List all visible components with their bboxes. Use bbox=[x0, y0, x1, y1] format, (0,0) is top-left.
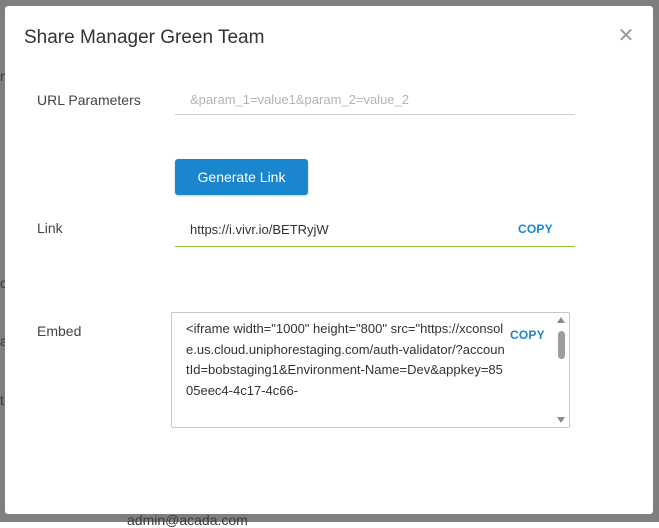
generate-link-button[interactable]: Generate Link bbox=[175, 159, 308, 195]
url-parameters-underline bbox=[175, 114, 575, 115]
link-field: COPY bbox=[175, 212, 575, 247]
background-email: admin@acada.com bbox=[127, 512, 248, 528]
copy-link-button[interactable]: COPY bbox=[518, 222, 553, 236]
copy-embed-button[interactable]: COPY bbox=[510, 328, 545, 342]
scroll-down-arrow-icon[interactable] bbox=[557, 417, 565, 423]
link-underline bbox=[175, 246, 575, 247]
embed-code-text[interactable]: <iframe width="1000" height="800" src="h… bbox=[186, 319, 506, 401]
url-parameters-input[interactable] bbox=[175, 85, 520, 113]
embed-label: Embed bbox=[37, 323, 82, 339]
embed-scrollbar[interactable] bbox=[555, 313, 569, 427]
background-text-fragment: t bbox=[0, 392, 4, 408]
share-dialog: Share Manager Green Team ✕ URL Parameter… bbox=[5, 6, 653, 514]
link-label: Link bbox=[37, 220, 63, 236]
scroll-up-arrow-icon[interactable] bbox=[557, 317, 565, 323]
scroll-thumb[interactable] bbox=[558, 331, 565, 359]
dialog-title: Share Manager Green Team bbox=[24, 27, 265, 48]
close-icon[interactable]: ✕ bbox=[617, 26, 635, 46]
url-parameters-field bbox=[175, 85, 575, 115]
link-input[interactable] bbox=[175, 215, 520, 243]
url-parameters-label: URL Parameters bbox=[37, 92, 141, 108]
embed-code-textarea[interactable]: <iframe width="1000" height="800" src="h… bbox=[171, 312, 570, 428]
